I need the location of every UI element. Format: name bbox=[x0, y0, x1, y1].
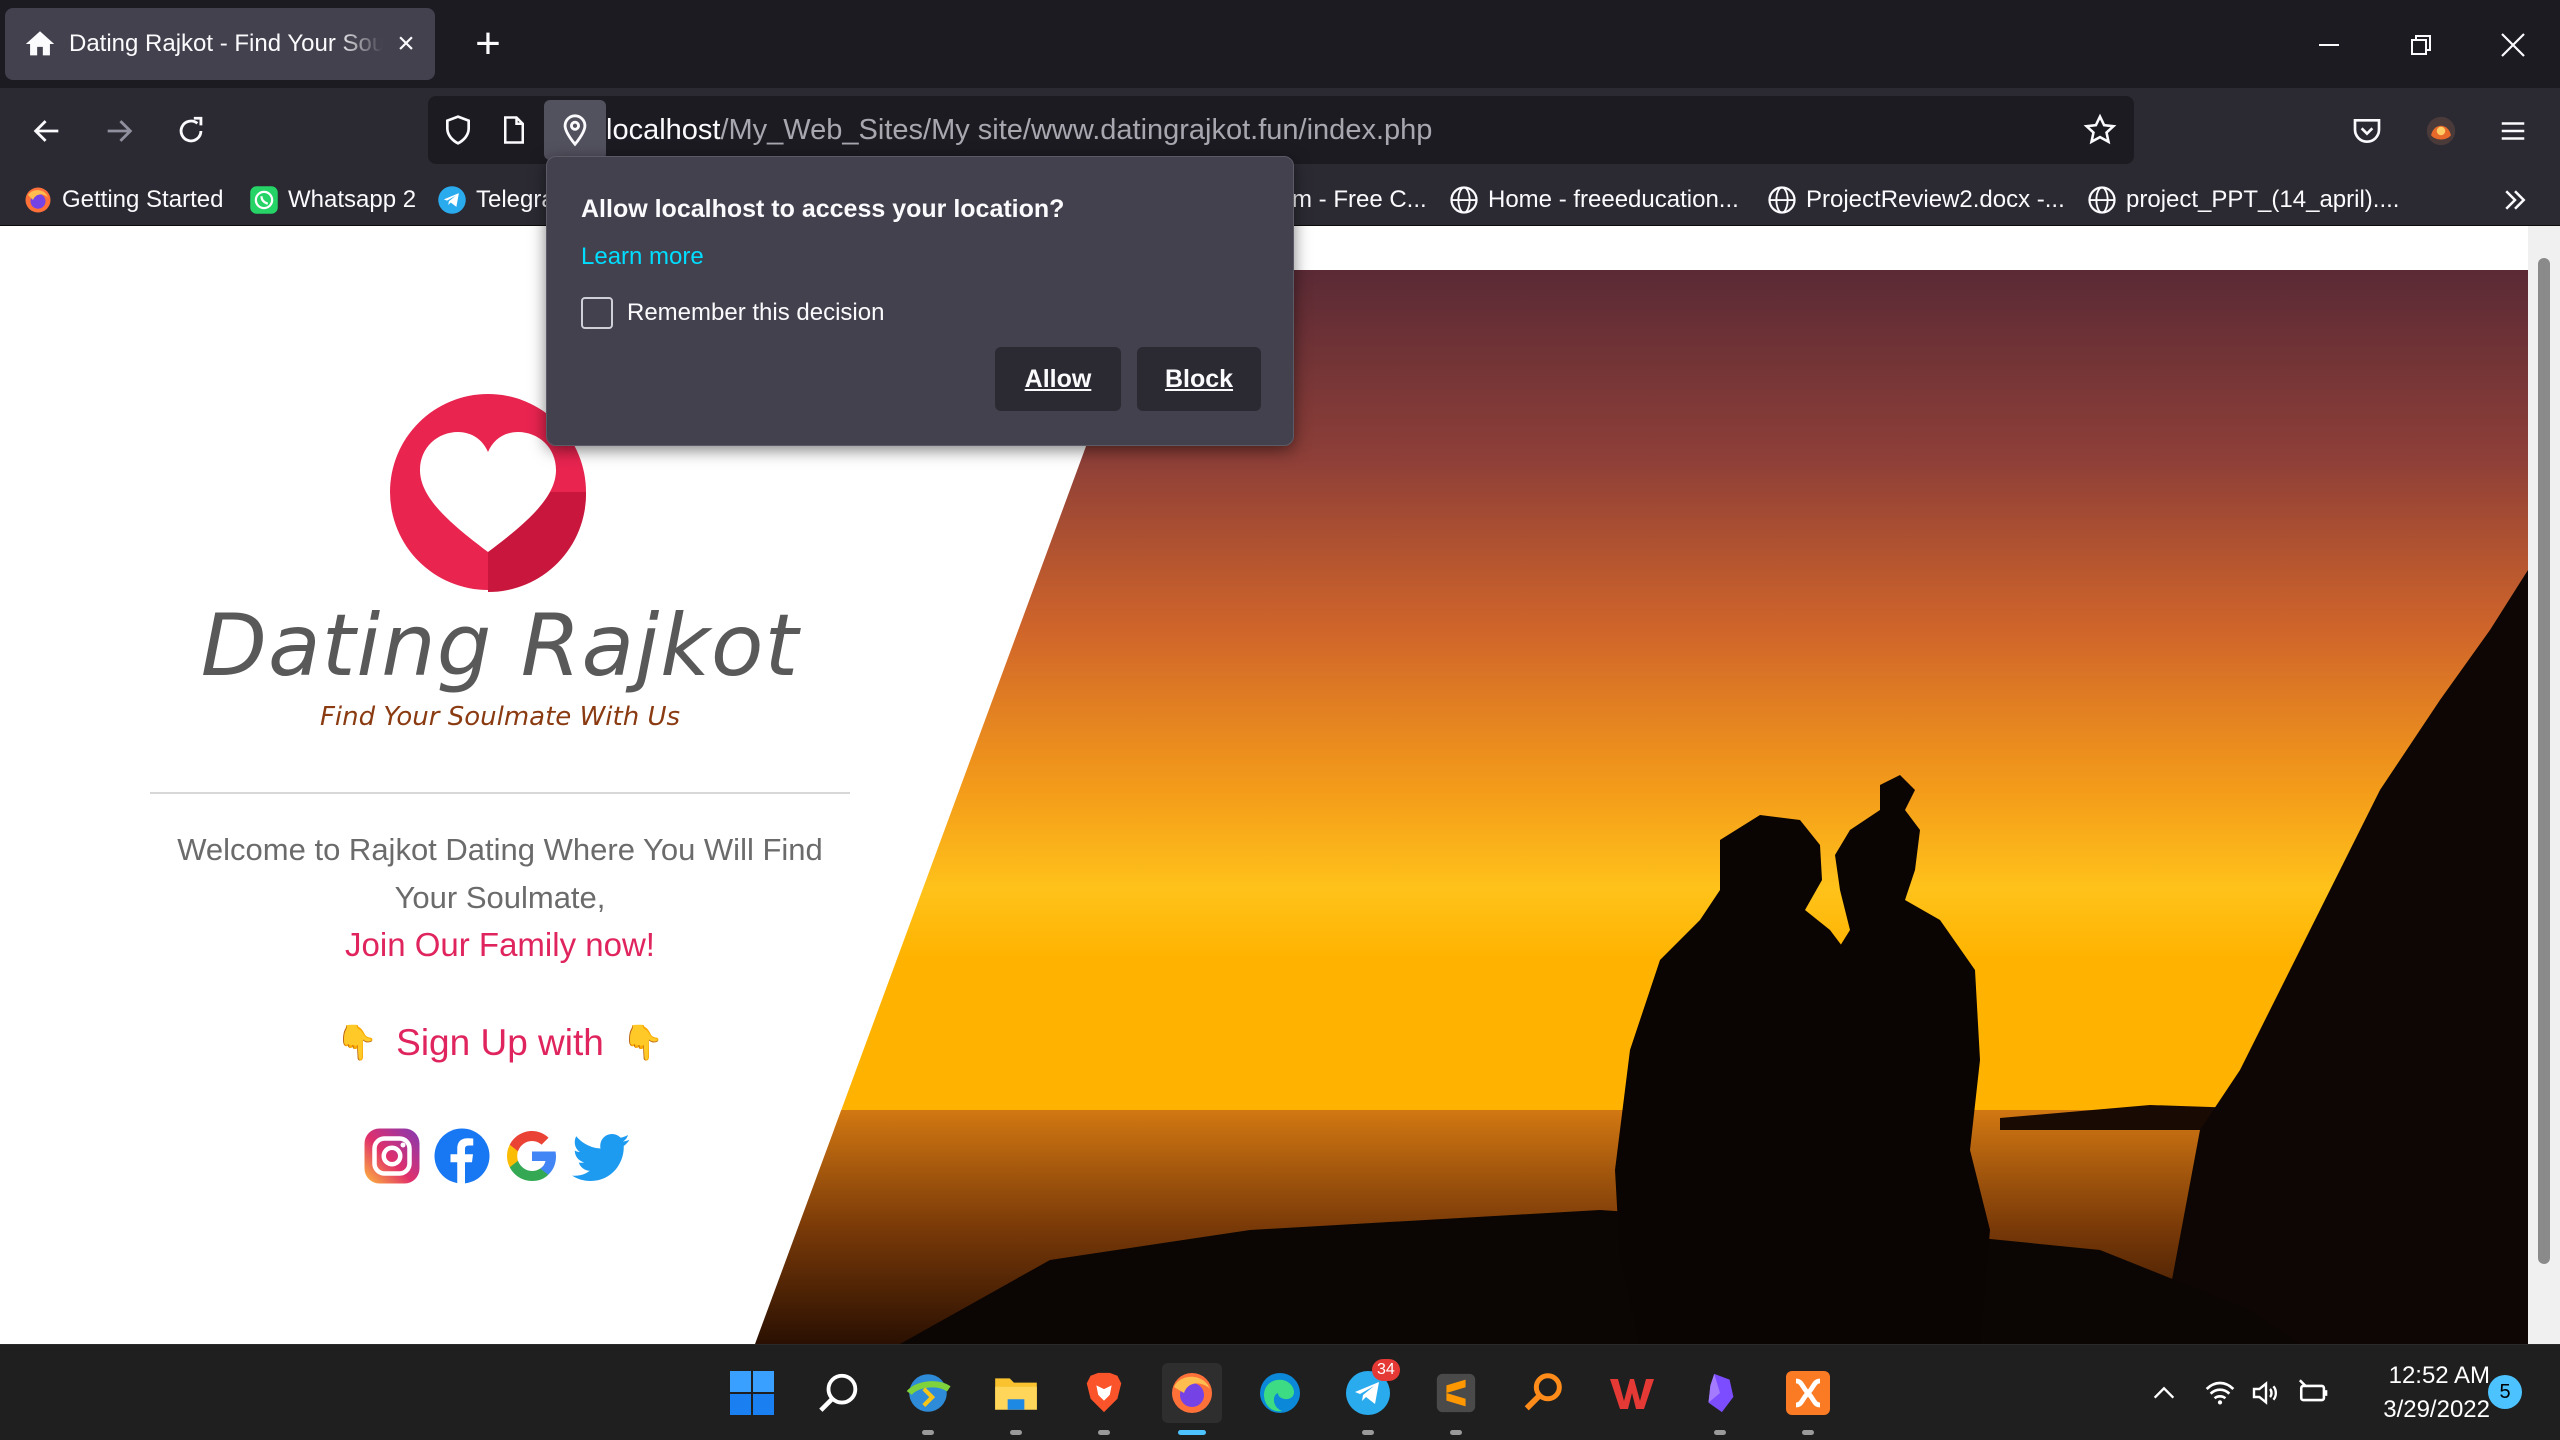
signup-label: Sign Up with bbox=[396, 1022, 604, 1063]
welcome-text: Welcome to Rajkot Dating Where You Will … bbox=[177, 832, 823, 915]
tab-title: Dating Rajkot - Find Your Soulmate With … bbox=[69, 30, 383, 57]
reload-button[interactable] bbox=[166, 106, 216, 156]
bookmark-project-ppt[interactable]: project_PPT_(14_april).... bbox=[2086, 180, 2399, 220]
allow-button[interactable]: Allow bbox=[995, 347, 1121, 411]
tab-bar: Dating Rajkot - Find Your Soulmate With … bbox=[0, 0, 2560, 88]
bookmark-projectreview[interactable]: ProjectReview2.docx -... bbox=[1766, 180, 2065, 220]
unread-badge: 34 bbox=[1372, 1359, 1400, 1381]
join-text: Join Our Family now! bbox=[345, 926, 655, 963]
start-button[interactable] bbox=[722, 1363, 782, 1423]
bookmark-telegram[interactable]: Telegra bbox=[436, 180, 555, 220]
pointing-down-icon: 👇 bbox=[621, 1024, 665, 1062]
remember-label: Remember this decision bbox=[627, 299, 885, 326]
facebook-icon[interactable] bbox=[432, 1126, 492, 1186]
everything-search-icon[interactable] bbox=[1514, 1363, 1574, 1423]
brave-browser-icon[interactable] bbox=[1074, 1363, 1134, 1435]
firefox-icon bbox=[22, 184, 54, 216]
permission-question: Allow localhost to access your location? bbox=[581, 195, 1065, 223]
bookmarks-overflow-chevron-icon[interactable] bbox=[2500, 180, 2530, 220]
url-text[interactable]: localhost/My_Web_Sites/My site/www.datin… bbox=[606, 114, 1432, 147]
bookmark-label: Whatsapp 2 bbox=[288, 186, 417, 213]
account-avatar[interactable] bbox=[2416, 106, 2466, 156]
bookmark-label: Getting Started bbox=[62, 186, 224, 213]
bookmark-label: m - Free C... bbox=[1292, 186, 1427, 213]
file-explorer-icon[interactable] bbox=[986, 1363, 1046, 1435]
globe-icon bbox=[1766, 184, 1798, 216]
bookmark-free-c[interactable]: m - Free C... bbox=[1292, 180, 1427, 220]
globe-icon bbox=[1448, 184, 1480, 216]
menu-icon[interactable] bbox=[2488, 106, 2538, 156]
edge-icon[interactable] bbox=[1250, 1363, 1310, 1423]
bookmark-label: Telegra bbox=[476, 186, 555, 213]
xampp-icon[interactable] bbox=[1778, 1363, 1838, 1435]
url-bar[interactable]: localhost/My_Web_Sites/My site/www.datin… bbox=[428, 96, 2134, 164]
running-indicator bbox=[1098, 1430, 1110, 1435]
tab-active[interactable]: Dating Rajkot - Find Your Soulmate With … bbox=[5, 8, 435, 80]
whatsapp-icon bbox=[248, 184, 280, 216]
firefox-taskbar-icon[interactable] bbox=[1162, 1363, 1222, 1435]
running-indicator bbox=[1450, 1430, 1462, 1435]
window-close-button[interactable] bbox=[2488, 20, 2538, 70]
page-info-icon[interactable] bbox=[494, 110, 534, 150]
instagram-icon[interactable] bbox=[362, 1126, 422, 1186]
url-path: /My_Web_Sites/My site/www.datingrajkot.f… bbox=[720, 114, 1433, 146]
active-indicator bbox=[1178, 1430, 1206, 1435]
twitter-icon[interactable] bbox=[572, 1126, 632, 1186]
running-indicator bbox=[922, 1430, 934, 1435]
bookmark-star-icon[interactable] bbox=[2080, 110, 2120, 150]
block-button[interactable]: Block bbox=[1137, 347, 1261, 411]
bookmark-label: ProjectReview2.docx -... bbox=[1806, 186, 2065, 213]
obsidian-icon[interactable] bbox=[1690, 1363, 1750, 1435]
signup-heading: 👇 Sign Up with 👇 bbox=[148, 1022, 852, 1064]
minimize-button[interactable] bbox=[2304, 20, 2354, 70]
brand-name: Dating Rajkot bbox=[200, 596, 800, 696]
bookmark-label: project_PPT_(14_april).... bbox=[2126, 186, 2400, 213]
telegram-taskbar-icon[interactable]: 34 bbox=[1338, 1359, 1400, 1435]
running-indicator bbox=[1802, 1430, 1814, 1435]
location-permission-icon[interactable] bbox=[544, 100, 606, 160]
bookmark-getting-started[interactable]: Getting Started bbox=[22, 180, 223, 220]
bookmark-whatsapp[interactable]: Whatsapp 2 bbox=[248, 180, 416, 220]
home-icon bbox=[23, 27, 57, 61]
system-clock[interactable]: 12:52 AM 3/29/2022 bbox=[2340, 1359, 2490, 1427]
page-scrollbar[interactable] bbox=[2528, 226, 2560, 1344]
tab-close-icon[interactable]: × bbox=[391, 29, 421, 59]
shield-icon[interactable] bbox=[438, 110, 478, 150]
show-hidden-icons-chevron-icon[interactable] bbox=[2142, 1371, 2186, 1415]
forward-button[interactable] bbox=[94, 106, 144, 156]
download-manager-icon[interactable] bbox=[898, 1363, 958, 1435]
new-tab-button[interactable]: + bbox=[468, 22, 508, 66]
globe-icon bbox=[2086, 184, 2118, 216]
volume-icon[interactable] bbox=[2244, 1371, 2288, 1415]
brand-tagline: Find Your Soulmate With Us bbox=[319, 702, 681, 732]
social-login-row bbox=[362, 1126, 632, 1186]
google-icon[interactable] bbox=[502, 1126, 562, 1186]
divider bbox=[150, 792, 850, 794]
sublime-text-icon[interactable] bbox=[1426, 1363, 1486, 1435]
running-indicator bbox=[1714, 1430, 1726, 1435]
telegram-icon bbox=[436, 184, 468, 216]
battery-charging-icon[interactable] bbox=[2292, 1371, 2336, 1415]
notification-count-badge[interactable]: 5 bbox=[2488, 1375, 2522, 1409]
clock-time: 12:52 AM bbox=[2388, 1362, 2490, 1389]
running-indicator bbox=[1362, 1430, 1374, 1435]
learn-more-link[interactable]: Learn more bbox=[581, 243, 704, 271]
checkbox[interactable] bbox=[581, 297, 613, 329]
wps-office-icon[interactable] bbox=[1602, 1363, 1662, 1423]
search-icon[interactable] bbox=[810, 1363, 870, 1423]
pocket-icon[interactable] bbox=[2342, 106, 2392, 156]
restore-button[interactable] bbox=[2396, 20, 2446, 70]
pointing-down-icon: 👇 bbox=[335, 1024, 379, 1062]
url-host: localhost bbox=[606, 114, 721, 146]
bookmark-label: Home - freeeducation... bbox=[1488, 186, 1739, 213]
clock-date: 3/29/2022 bbox=[2383, 1396, 2490, 1423]
back-button[interactable] bbox=[22, 106, 72, 156]
wifi-icon[interactable] bbox=[2198, 1371, 2242, 1415]
remember-decision-checkbox[interactable]: Remember this decision bbox=[581, 297, 884, 329]
bookmark-freeeducation[interactable]: Home - freeeducation... bbox=[1448, 180, 1739, 220]
windows-taskbar: 34 12:52 AM 3/29/2022 5 bbox=[0, 1344, 2560, 1440]
running-indicator bbox=[1010, 1430, 1022, 1435]
location-permission-popup: Allow localhost to access your location?… bbox=[546, 156, 1294, 446]
scrollbar-thumb[interactable] bbox=[2538, 258, 2550, 1264]
